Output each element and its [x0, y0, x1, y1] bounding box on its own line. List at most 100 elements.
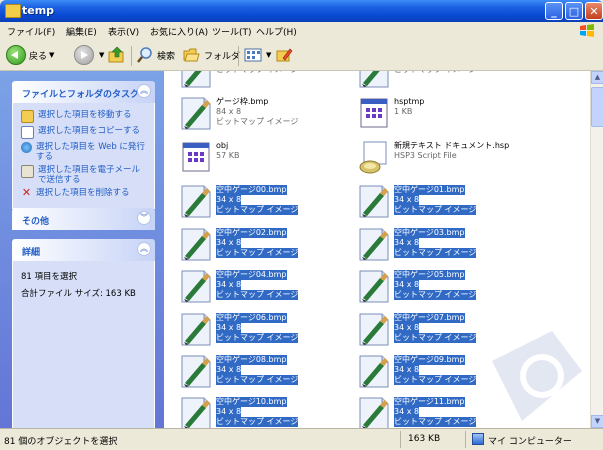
scroll-thumb[interactable]: [591, 87, 603, 127]
task-pane: ファイルとフォルダのタスク ︽ 選択した項目を移動する 選択した項目をコピーする…: [0, 71, 164, 436]
bitmap-icon: [359, 313, 389, 346]
file-item[interactable]: 空中ゲージ08.bmp 34 x 8 ビットマップ イメージ: [178, 353, 358, 393]
folders-icon: [183, 48, 200, 62]
file-tasks-header[interactable]: ファイルとフォルダのタスク ︽: [12, 81, 155, 103]
edit-folder-icon: [276, 48, 293, 62]
menu-view[interactable]: 表示(V): [108, 25, 139, 38]
back-button[interactable]: 戻る ▼: [6, 45, 54, 65]
file-label: 空中ゲージ10.bmp 34 x 8 ビットマップ イメージ: [216, 397, 299, 427]
task-copy-label[interactable]: 選択した項目をコピーする: [38, 126, 140, 136]
file-label: 空中ゲージ08.bmp 34 x 8 ビットマップ イメージ: [216, 355, 299, 385]
file-item[interactable]: 空中ゲージ04.bmp 34 x 8 ビットマップ イメージ: [178, 268, 358, 308]
file-item[interactable]: 空中ゲージ11.bmp 34 x 8 ビットマップ イメージ: [356, 395, 536, 428]
details-title: 詳細: [22, 248, 41, 258]
task-email-label[interactable]: 選択した項目を電子メールで送信する: [38, 165, 148, 185]
task-copy[interactable]: 選択した項目をコピーする: [21, 126, 148, 139]
file-type: ビットマップ イメージ: [216, 248, 299, 258]
explorer-window: temp _ □ ✕ ファイル(F) 編集(E) 表示(V) お気に入り(A) …: [0, 0, 603, 450]
file-item[interactable]: 空中ゲージ02.bmp 34 x 8 ビットマップ イメージ: [178, 226, 358, 266]
status-divider: [465, 431, 466, 448]
forward-button[interactable]: ▼: [74, 45, 104, 65]
window-title: temp: [22, 4, 55, 17]
file-item[interactable]: 空中ゲージ00.bmp 34 x 8 ビットマップ イメージ: [178, 183, 358, 223]
details-header[interactable]: 詳細 ︽: [12, 239, 155, 261]
bitmap-icon: [181, 97, 211, 130]
task-email[interactable]: 選択した項目を電子メールで送信する: [21, 165, 148, 185]
file-list[interactable]: 36 x 4ビットマップ イメージ 2 x 4ビットマップ イメージゲージ枠.bm…: [164, 71, 590, 428]
task-publish-label[interactable]: 選択した項目を Web に発行する: [36, 142, 148, 162]
file-detail: 34 x 8: [216, 323, 242, 333]
file-item[interactable]: 2 x 4ビットマップ イメージ: [356, 71, 536, 93]
file-label: 空中ゲージ06.bmp 34 x 8 ビットマップ イメージ: [216, 313, 299, 343]
toolbar-separator: [238, 46, 239, 66]
status-location: マイ コンピューター: [488, 437, 572, 447]
file-tasks-panel: ファイルとフォルダのタスク ︽ 選択した項目を移動する 選択した項目をコピーする…: [12, 81, 155, 209]
task-move[interactable]: 選択した項目を移動する: [21, 110, 148, 123]
search-icon: [137, 47, 152, 63]
bitmap-icon: [181, 270, 211, 303]
chevron-down-icon[interactable]: ▼: [99, 51, 104, 59]
details-body: 81 項目を選択 合計ファイル サイズ: 163 KB: [12, 261, 155, 436]
file-name: 空中ゲージ00.bmp: [216, 185, 287, 195]
menu-file[interactable]: ファイル(F): [7, 25, 55, 38]
file-item[interactable]: 空中ゲージ01.bmp 34 x 8 ビットマップ イメージ: [356, 183, 536, 223]
up-folder-button[interactable]: [108, 45, 126, 65]
file-label: 2 x 4ビットマップ イメージ: [394, 71, 476, 75]
file-detail: 34 x 8: [394, 365, 420, 375]
file-item[interactable]: ゲージ枠.bmp 84 x 8 ビットマップ イメージ: [178, 95, 358, 135]
file-label: 空中ゲージ04.bmp 34 x 8 ビットマップ イメージ: [216, 270, 299, 300]
search-label: 検索: [157, 51, 176, 62]
bitmap-icon: [359, 397, 389, 428]
file-type: ビットマップ イメージ: [394, 205, 477, 215]
file-item[interactable]: 空中ゲージ10.bmp 34 x 8 ビットマップ イメージ: [178, 395, 358, 428]
file-item[interactable]: 36 x 4ビットマップ イメージ: [178, 71, 358, 93]
extra-tool-button[interactable]: [275, 45, 293, 65]
bitmap-icon: [181, 228, 211, 261]
vertical-scrollbar[interactable]: ▲ ▼: [590, 71, 603, 428]
views-button[interactable]: ▼: [244, 45, 271, 65]
menu-help[interactable]: ヘルプ(H): [256, 25, 297, 38]
scroll-down-button[interactable]: ▼: [591, 415, 603, 428]
file-type: ビットマップ イメージ: [216, 333, 299, 343]
file-item[interactable]: 空中ゲージ03.bmp 34 x 8 ビットマップ イメージ: [356, 226, 536, 266]
file-item[interactable]: hsptmp 1 KB: [356, 95, 536, 135]
maximize-button[interactable]: □: [565, 2, 583, 20]
menu-tools[interactable]: ツール(T): [212, 25, 252, 38]
file-item[interactable]: 空中ゲージ07.bmp 34 x 8 ビットマップ イメージ: [356, 311, 536, 351]
menu-favorites[interactable]: お気に入り(A): [150, 25, 208, 38]
file-item[interactable]: 空中ゲージ06.bmp 34 x 8 ビットマップ イメージ: [178, 311, 358, 351]
task-delete[interactable]: ✕ 選択した項目を削除する: [21, 187, 148, 199]
title-bar[interactable]: temp _ □ ✕: [0, 0, 603, 22]
toolbar-separator: [131, 46, 132, 66]
selected-count: 81 項目を選択: [21, 272, 78, 282]
menu-edit[interactable]: 編集(E): [66, 25, 97, 38]
file-detail: 34 x 8: [394, 407, 420, 417]
file-item[interactable]: obj 57 KB: [178, 139, 358, 179]
back-arrow-icon: [6, 45, 26, 65]
file-item[interactable]: 空中ゲージ05.bmp 34 x 8 ビットマップ イメージ: [356, 268, 536, 308]
expand-chevron-icon[interactable]: ︾: [137, 211, 151, 225]
file-detail: 34 x 8: [394, 280, 420, 290]
collapse-chevron-icon[interactable]: ︽: [137, 84, 151, 98]
collapse-chevron-icon[interactable]: ︽: [137, 242, 151, 256]
close-button[interactable]: ✕: [585, 2, 603, 20]
file-detail: 1 KB: [394, 107, 413, 116]
task-move-label[interactable]: 選択した項目を移動する: [38, 110, 132, 120]
folders-button[interactable]: フォルダ: [183, 45, 240, 65]
details-panel: 詳細 ︽ 81 項目を選択 合計ファイル サイズ: 163 KB: [12, 239, 155, 436]
bitmap-icon: [359, 185, 389, 218]
chevron-down-icon[interactable]: ▼: [266, 51, 271, 59]
file-label: 空中ゲージ02.bmp 34 x 8 ビットマップ イメージ: [216, 228, 299, 258]
task-publish[interactable]: 選択した項目を Web に発行する: [21, 142, 148, 162]
scroll-up-button[interactable]: ▲: [591, 71, 603, 84]
search-button[interactable]: 検索: [136, 45, 175, 65]
bitmap-icon: [181, 355, 211, 388]
chevron-down-icon[interactable]: ▼: [49, 51, 54, 59]
task-delete-label[interactable]: 選択した項目を削除する: [36, 188, 130, 198]
file-item[interactable]: 新規テキスト ドキュメント.hsp HSP3 Script File: [356, 139, 536, 179]
other-header[interactable]: その他 ︾: [12, 208, 155, 230]
file-item[interactable]: 空中ゲージ09.bmp 34 x 8 ビットマップ イメージ: [356, 353, 536, 393]
up-folder-icon: [108, 46, 124, 63]
file-detail: 34 x 8: [216, 365, 242, 375]
minimize-button[interactable]: _: [545, 2, 563, 20]
